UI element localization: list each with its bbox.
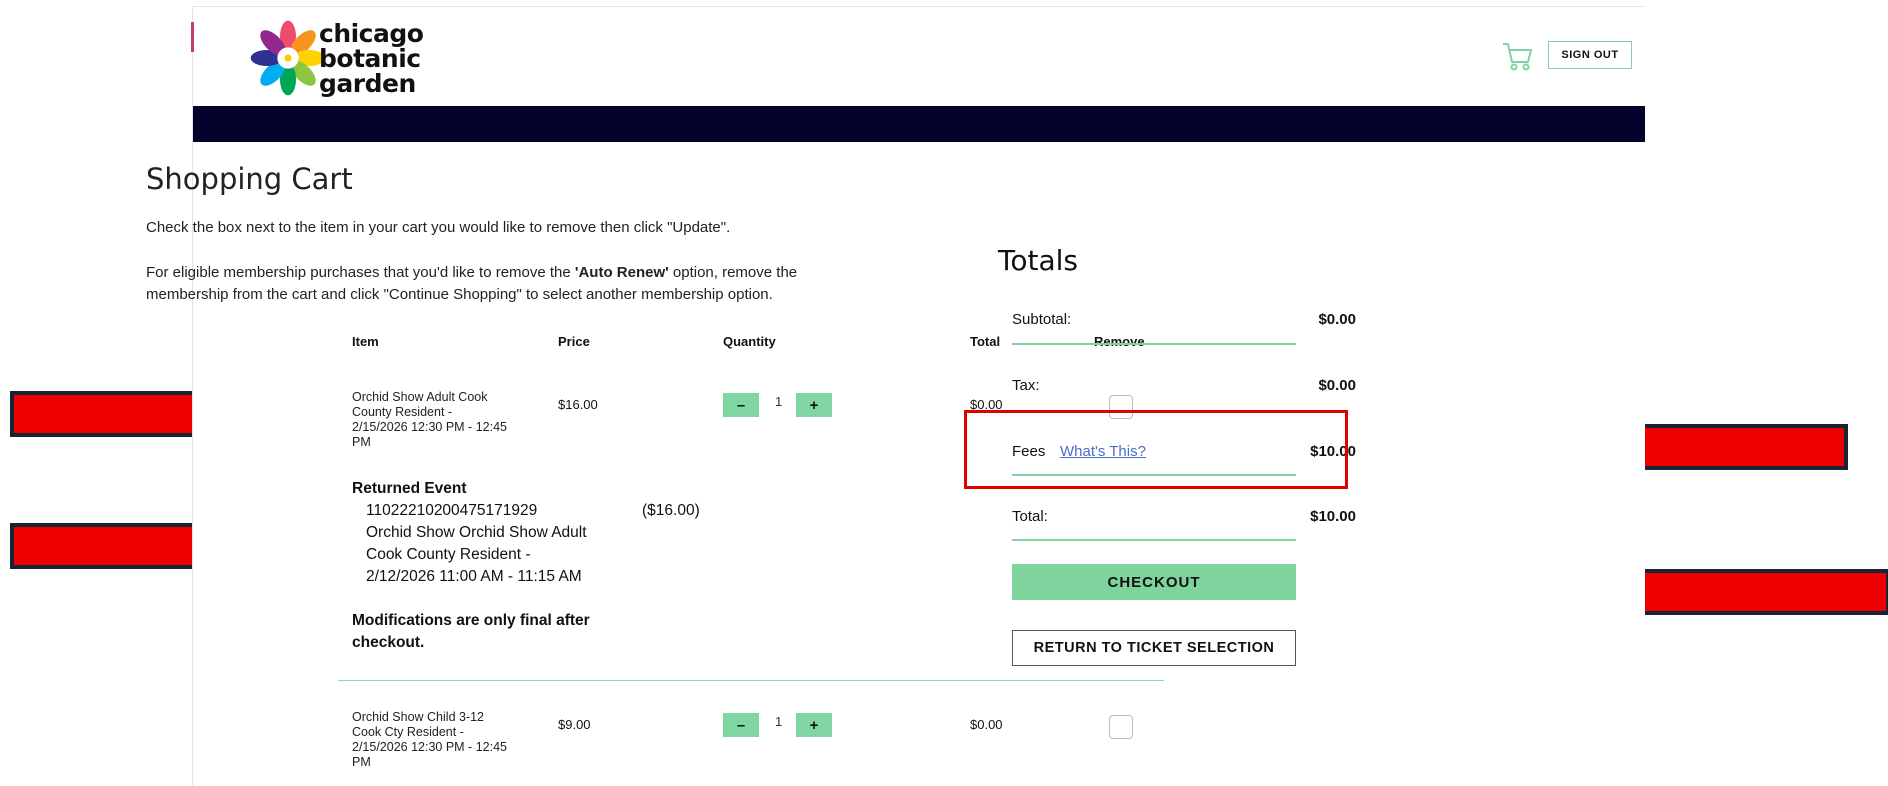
quantity-decrease-button[interactable]: – bbox=[723, 713, 759, 737]
item-name-line: Cook Cty Resident - bbox=[352, 725, 464, 739]
column-header-remove: Remove bbox=[1094, 334, 1145, 349]
returned-event-line: 11022210200475171929 bbox=[366, 502, 538, 519]
auto-renew-note: For eligible membership purchases that y… bbox=[146, 262, 797, 306]
total-label: Total: bbox=[1012, 508, 1048, 525]
item-name-line: Orchid Show Child 3-12 bbox=[352, 710, 485, 724]
cart-item-price: $9.00 bbox=[558, 717, 591, 732]
totals-heading: Totals bbox=[998, 244, 1078, 277]
returned-event-line: Cook County Resident - bbox=[366, 546, 531, 563]
cart-item-name: Orchid Show Adult Cook County Resident -… bbox=[352, 390, 532, 450]
item-name-line: 2/15/2026 12:30 PM - 12:45 bbox=[352, 420, 507, 434]
column-header-item: Item bbox=[352, 334, 379, 349]
auto-renew-text: option, remove the bbox=[668, 264, 798, 281]
subtotal-label: Subtotal: bbox=[1012, 311, 1072, 328]
tax-label: Tax: bbox=[1012, 377, 1040, 394]
edge-marker bbox=[191, 22, 194, 52]
subtotal-value: $0.00 bbox=[1318, 311, 1356, 328]
returned-event-line: Orchid Show Orchid Show Adult bbox=[366, 524, 587, 541]
modification-note: Modifications are only final after check… bbox=[352, 610, 590, 654]
totals-divider bbox=[1012, 539, 1296, 541]
checkout-button[interactable]: CHECKOUT bbox=[1012, 564, 1296, 600]
returned-event-amount: ($16.00) bbox=[642, 502, 700, 519]
sign-out-button[interactable]: SIGN OUT bbox=[1548, 41, 1632, 69]
item-name-line: County Resident - bbox=[352, 405, 453, 419]
quantity-increase-button[interactable]: + bbox=[796, 393, 832, 417]
auto-renew-text: For eligible membership purchases that y… bbox=[146, 264, 575, 281]
auto-renew-bold: 'Auto Renew' bbox=[574, 264, 669, 281]
cart-item-name: Orchid Show Child 3-12 Cook Cty Resident… bbox=[352, 710, 532, 770]
annotation-highlight-box bbox=[964, 410, 1348, 489]
item-name-line: PM bbox=[352, 435, 371, 449]
totals-divider bbox=[1012, 343, 1296, 345]
quantity-value: 1 bbox=[775, 394, 783, 409]
total-value: $10.00 bbox=[1310, 508, 1356, 525]
page-title: Shopping Cart bbox=[146, 162, 353, 196]
item-name-line: PM bbox=[352, 755, 371, 769]
logo-line: garden bbox=[319, 69, 416, 98]
cart-item-total: $0.00 bbox=[970, 717, 1003, 732]
returned-event-heading: Returned Event bbox=[352, 480, 467, 497]
auto-renew-text: membership from the cart and click "Cont… bbox=[146, 286, 773, 303]
logo-wordmark[interactable]: chicago botanic garden bbox=[319, 21, 424, 98]
row-divider bbox=[338, 680, 1164, 681]
remove-instructions: Check the box next to the item in your c… bbox=[146, 219, 731, 236]
remove-checkbox[interactable] bbox=[1109, 715, 1133, 739]
modification-note-line: checkout. bbox=[352, 634, 425, 651]
returned-event-line: 2/12/2026 11:00 AM - 11:15 AM bbox=[366, 568, 582, 585]
column-header-quantity: Quantity bbox=[723, 334, 776, 349]
item-name-line: Orchid Show Adult Cook bbox=[352, 390, 488, 404]
column-header-price: Price bbox=[558, 334, 590, 349]
nav-bar bbox=[193, 106, 1645, 142]
quantity-increase-button[interactable]: + bbox=[796, 713, 832, 737]
top-border bbox=[193, 6, 1645, 7]
shopping-cart-icon[interactable] bbox=[1501, 40, 1535, 72]
modification-note-line: Modifications are only final after bbox=[352, 612, 590, 629]
item-name-line: 2/15/2026 12:30 PM - 12:45 bbox=[352, 740, 507, 754]
quantity-value: 1 bbox=[775, 714, 783, 729]
column-header-total: Total bbox=[970, 334, 1001, 349]
returned-event-details: 11022210200475171929 Orchid Show Orchid … bbox=[366, 500, 587, 588]
cart-item-price: $16.00 bbox=[558, 397, 598, 412]
return-to-ticket-selection-button[interactable]: RETURN TO TICKET SELECTION bbox=[1012, 630, 1296, 666]
tax-value: $0.00 bbox=[1318, 377, 1356, 394]
quantity-decrease-button[interactable]: – bbox=[723, 393, 759, 417]
